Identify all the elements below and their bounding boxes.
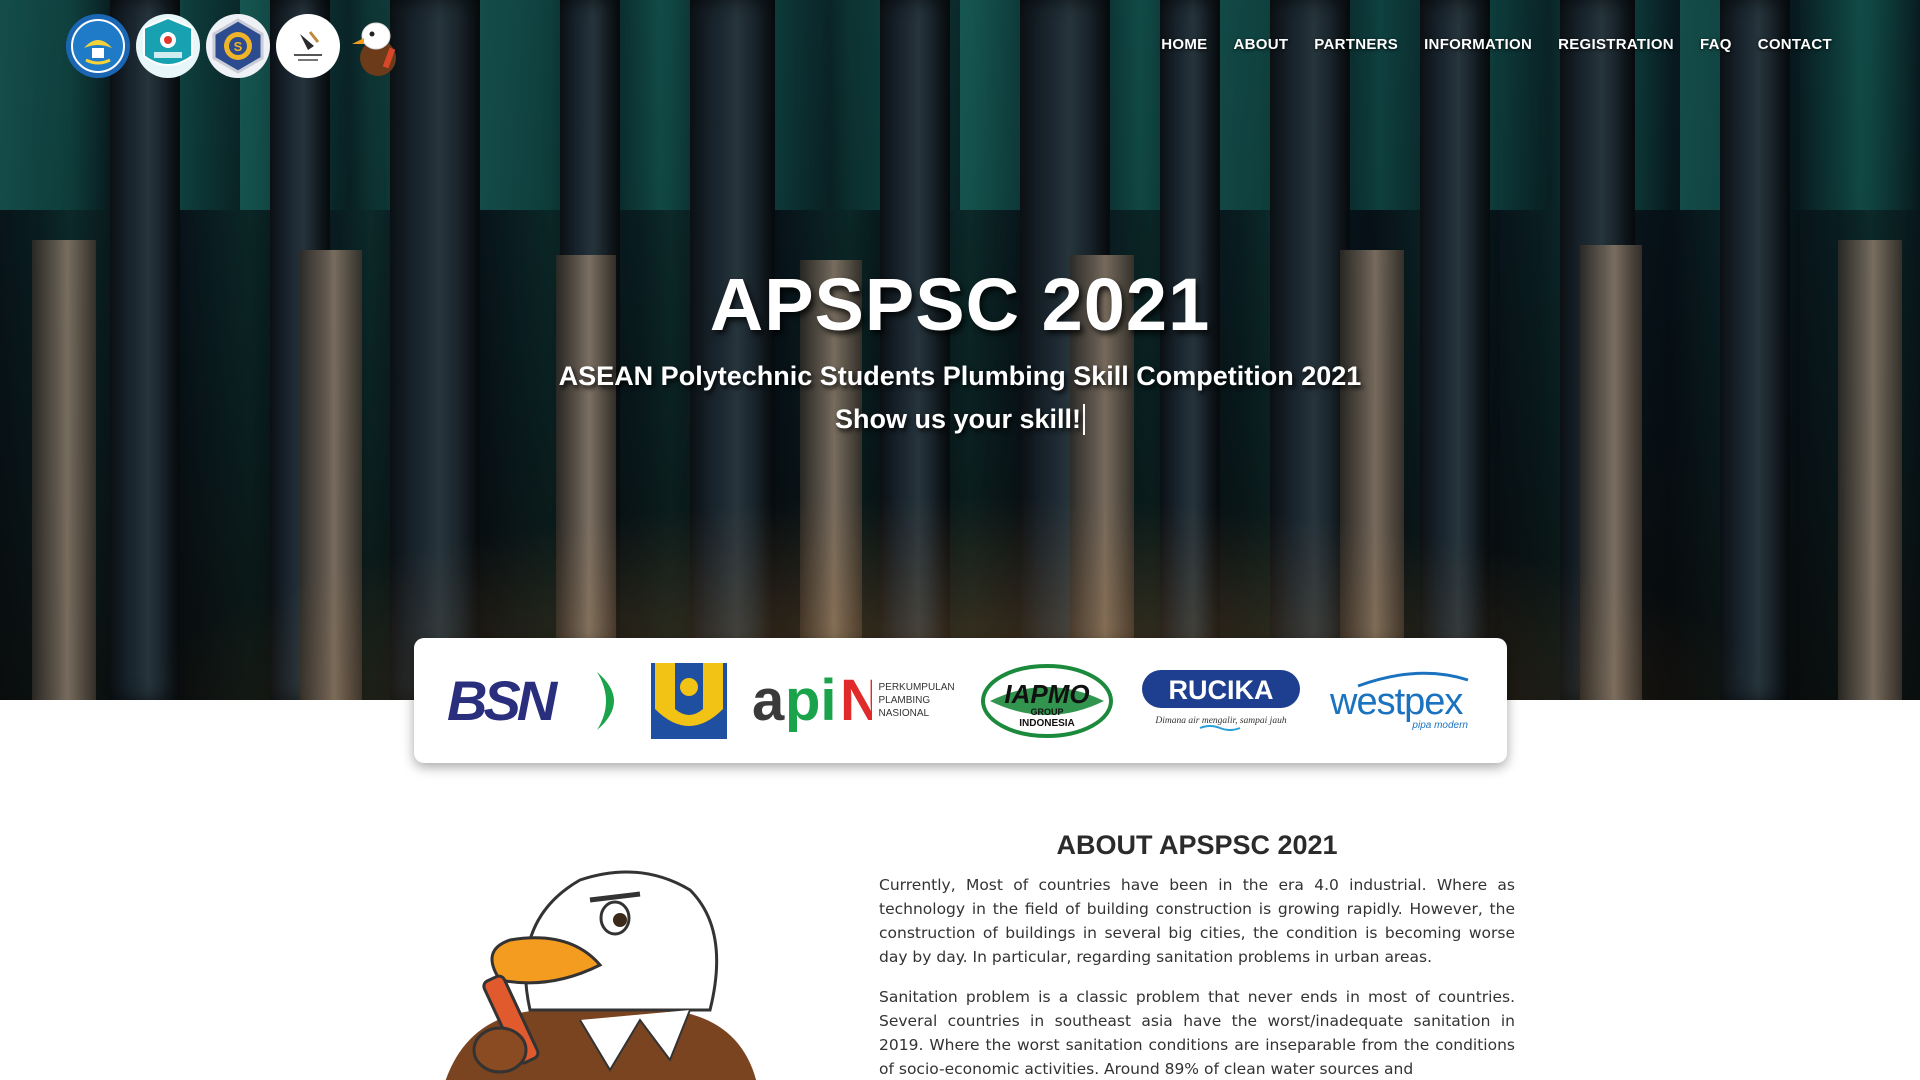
about-paragraph-1: Currently, Most of countries have been i… [879, 876, 1515, 966]
westpex-tagline: pipa modern [1411, 720, 1468, 731]
svg-text:N: N [840, 668, 872, 733]
eagle-mascot-logo[interactable] [346, 14, 406, 78]
rucika-text: RUCIKA [1169, 675, 1274, 705]
about-paragraph-2: Sanitation problem is a classic problem … [879, 988, 1515, 1078]
rucika-tagline: Dimana air mengalir, sampai jauh [1155, 716, 1287, 726]
nav-partners[interactable]: PARTNERS [1314, 36, 1398, 53]
svg-text:S: S [234, 39, 243, 54]
bsn-logo[interactable]: BSN [447, 656, 625, 746]
iapmo-group-text: GROUP [1031, 707, 1064, 717]
partners-bar: BSN a pi N PERKUMPULAN PLAMBING NASIONAL… [414, 638, 1507, 763]
apin-logo[interactable]: a pi N PERKUMPULAN PLAMBING NASIONAL [752, 656, 954, 746]
politeknik-negeri-jakarta-logo[interactable] [136, 14, 200, 78]
nav-about[interactable]: ABOUT [1233, 36, 1288, 53]
nav-information[interactable]: INFORMATION [1424, 36, 1532, 53]
rucika-logo[interactable]: RUCIKA Dimana air mengalir, sampai jauh [1140, 656, 1302, 746]
iapmo-text: IAPMO [1005, 679, 1090, 709]
iapmo-indonesia-text: INDONESIA [1020, 718, 1076, 729]
iapmo-logo[interactable]: IAPMO GROUP INDONESIA [980, 656, 1114, 746]
hero-text: APSPSC 2021 ASEAN Polytechnic Students P… [0, 262, 1920, 435]
apin-sub-2: PLAMBING [878, 695, 931, 706]
apspsc-2021-logo[interactable] [276, 14, 340, 78]
hero-tagline: Show us your skill! [835, 404, 1086, 435]
about-heading: ABOUT APSPSC 2021 [1056, 830, 1338, 860]
svg-text:pi: pi [785, 668, 837, 733]
westpex-logo[interactable]: westpex pipa modern [1328, 656, 1474, 746]
nav-registration[interactable]: REGISTRATION [1558, 36, 1674, 53]
main-nav: HOME ABOUT PARTNERS INFORMATION REGISTRA… [1161, 36, 1832, 53]
nav-home[interactable]: HOME [1161, 36, 1207, 53]
header-logos: S [66, 14, 406, 78]
westpex-text: westpex [1329, 681, 1463, 723]
about-section: ABOUT APSPSC 2021 Currently, Most of cou… [879, 830, 1515, 1080]
nav-contact[interactable]: CONTACT [1758, 36, 1832, 53]
apin-sub-1: PERKUMPULAN [878, 682, 955, 693]
hero-title: APSPSC 2021 [709, 263, 1211, 346]
tut-wuri-handayani-logo[interactable] [66, 14, 130, 78]
eagle-mascot-image [440, 860, 770, 1080]
apin-sub-3: NASIONAL [878, 708, 930, 719]
nav-faq[interactable]: FAQ [1700, 36, 1732, 53]
pu-logo[interactable] [650, 656, 727, 746]
svg-text:a: a [752, 668, 785, 733]
bsn-text: BSN [447, 669, 559, 732]
institution-seal-logo[interactable]: S [206, 14, 270, 78]
hero-subtitle: ASEAN Polytechnic Students Plumbing Skil… [558, 361, 1362, 391]
